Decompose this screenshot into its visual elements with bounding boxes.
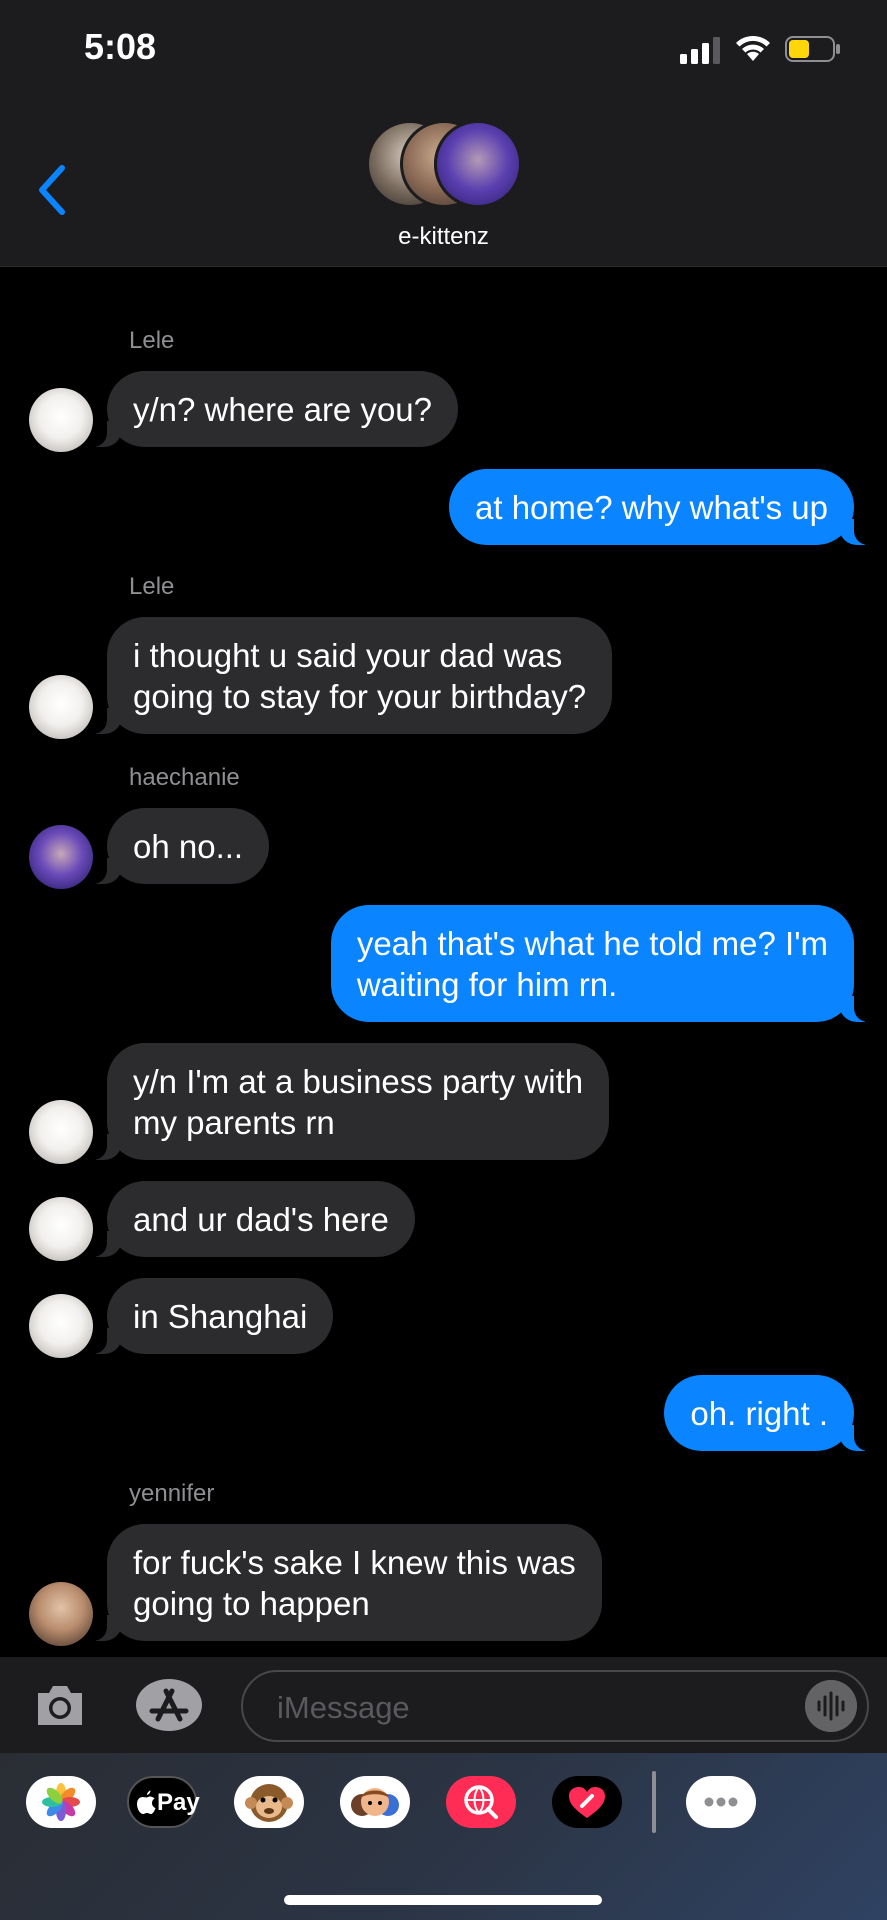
group-avatar-stack[interactable] — [366, 120, 522, 212]
apple-pay-icon[interactable]: Pay — [127, 1776, 200, 1828]
incoming-message-bubble[interactable]: i thought u said your dad was going to s… — [86, 617, 613, 734]
apple-pay-label: Pay — [157, 1789, 200, 1816]
message-line: at home? why what's up — [475, 489, 828, 526]
contact-avatar-lele[interactable] — [29, 1100, 93, 1164]
message-line: y/n I'm at a business party with — [133, 1063, 584, 1100]
photos-app-icon[interactable] — [26, 1776, 96, 1828]
more-apps-icon[interactable] — [686, 1776, 756, 1828]
contact-avatar-lele[interactable] — [29, 1294, 93, 1358]
sender-name: yennifer — [129, 1480, 215, 1507]
member-avatar — [434, 120, 522, 208]
outgoing-message-bubble[interactable]: at home? why what's up — [449, 469, 874, 545]
message-line: y/n? where are you? — [133, 391, 433, 428]
digital-touch-icon[interactable] — [552, 1776, 622, 1828]
animoji-icon[interactable] — [234, 1776, 304, 1828]
web-search-icon[interactable] — [446, 1776, 516, 1828]
message-thread[interactable]: Lele y/n? where are you? at home? why wh… — [0, 267, 887, 1657]
contact-avatar-lele[interactable] — [29, 1197, 93, 1261]
sender-name: Lele — [129, 573, 175, 600]
incoming-message-bubble[interactable]: and ur dad's here — [87, 1181, 415, 1257]
message-line: yeah that's what he told me? I'm — [356, 925, 828, 962]
sender-name: haechanie — [129, 764, 240, 791]
message-input-placeholder: iMessage — [277, 1690, 410, 1725]
imessage-app-drawer: Pay — [0, 1753, 887, 1920]
battery-icon — [785, 36, 840, 62]
contact-avatar-haechanie[interactable] — [29, 825, 93, 889]
message-line: in Shanghai — [133, 1298, 308, 1335]
contact-avatar-lele[interactable] — [29, 675, 93, 739]
conversation-header: 5:08 e-kittenz — [0, 0, 887, 267]
incoming-message-bubble[interactable]: y/n I'm at a business party with my pare… — [86, 1043, 610, 1160]
message-input[interactable]: iMessage — [241, 1670, 869, 1742]
chevron-left-icon[interactable] — [30, 160, 74, 220]
message-line: my parents rn — [133, 1104, 335, 1141]
incoming-message-bubble[interactable]: in Shanghai — [86, 1278, 334, 1354]
group-name[interactable]: e-kittenz — [0, 223, 887, 251]
message-line: i thought u said your dad was — [133, 637, 563, 674]
outgoing-message-bubble[interactable]: yeah that's what he told me? I'm waiting… — [330, 905, 875, 1022]
sender-name: Lele — [129, 327, 175, 354]
status-time: 5:08 — [84, 26, 157, 67]
incoming-message-bubble[interactable]: y/n? where are you? — [86, 371, 459, 447]
outgoing-message-bubble[interactable]: oh. right . — [664, 1375, 874, 1451]
drawer-divider — [652, 1771, 656, 1833]
app-store-icon[interactable] — [134, 1677, 204, 1733]
message-line: waiting for him rn. — [356, 966, 618, 1003]
home-indicator[interactable] — [284, 1895, 602, 1905]
message-line: for fuck's sake I knew this was — [133, 1544, 576, 1581]
wifi-icon — [736, 35, 770, 61]
memoji-icon[interactable] — [340, 1776, 410, 1828]
audio-waveform-icon[interactable] — [805, 1680, 857, 1732]
camera-icon[interactable] — [34, 1679, 86, 1731]
incoming-message-bubble[interactable]: for fuck's sake I knew this was going to… — [87, 1524, 602, 1641]
compose-bar: iMessage — [0, 1657, 887, 1753]
message-line: and ur dad's here — [133, 1201, 389, 1238]
message-line: oh. right . — [690, 1395, 828, 1432]
message-line: oh no... — [133, 828, 244, 865]
contact-avatar-yennifer[interactable] — [29, 1582, 93, 1646]
incoming-message-bubble[interactable]: oh no... — [86, 808, 270, 884]
contact-avatar-lele[interactable] — [29, 388, 93, 452]
message-line: going to stay for your birthday? — [133, 678, 587, 715]
signal-icon — [680, 37, 720, 64]
message-line: going to happen — [133, 1585, 370, 1622]
